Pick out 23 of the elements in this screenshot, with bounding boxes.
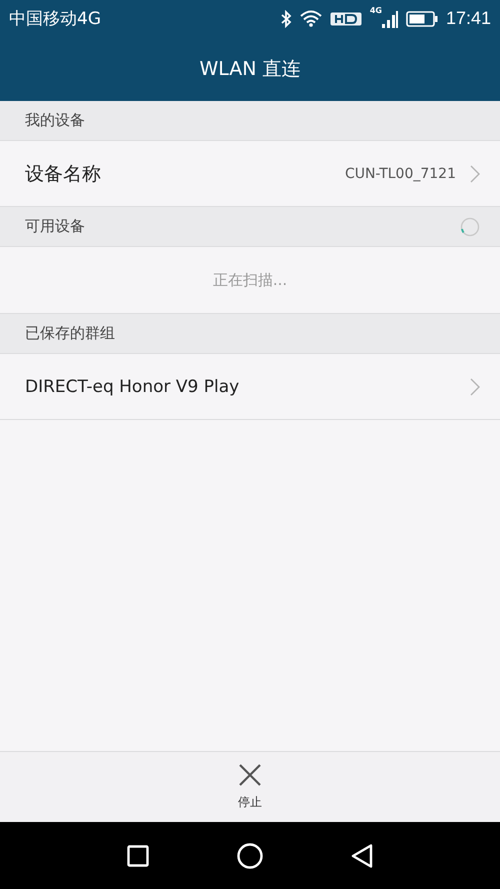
recents-button[interactable] (127, 844, 149, 866)
bluetooth-icon (280, 10, 292, 28)
back-button[interactable] (351, 844, 373, 868)
section-title: 已保存的群组 (25, 324, 115, 343)
item-label: DIRECT-eq Honor V9 Play (25, 376, 240, 396)
screen-title: WLAN 直连 (199, 57, 301, 82)
item-label: 设备名称 (25, 162, 102, 186)
hd-icon (330, 12, 362, 26)
status-message: 正在扫描... (212, 270, 288, 290)
section-title: 可用设备 (25, 217, 85, 236)
battery-icon (406, 10, 438, 26)
signal-icon (382, 10, 398, 28)
section-title: 我的设备 (25, 111, 85, 130)
network-type-label: 4G (370, 6, 382, 14)
clock-time: 17:41 (446, 8, 491, 29)
chevron-right-icon (470, 378, 480, 396)
wifi-icon (300, 10, 322, 27)
stop-button[interactable]: 停止 (228, 760, 272, 814)
close-icon (239, 764, 261, 786)
carrier-name: 中国移动4G (9, 8, 101, 30)
item-value: CUN-TL00_7121 (344, 166, 456, 182)
chevron-right-icon (470, 164, 480, 182)
home-button[interactable] (237, 842, 263, 868)
